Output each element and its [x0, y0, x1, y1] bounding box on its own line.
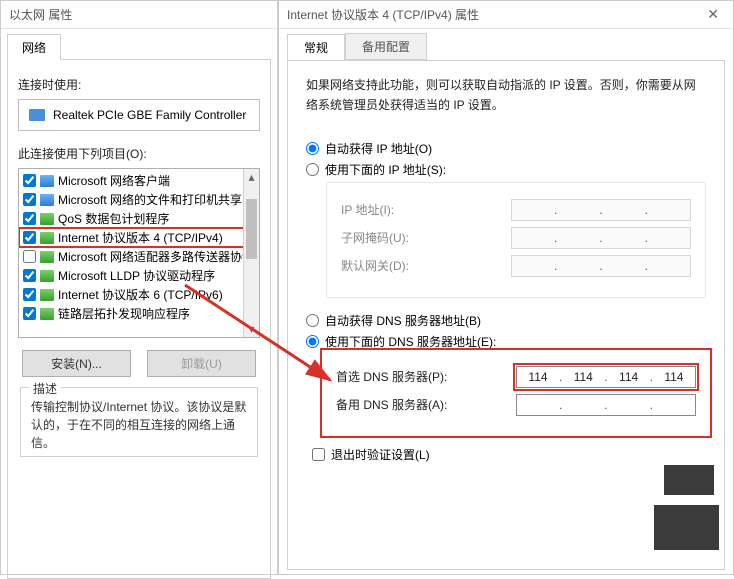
list-item[interactable]: Microsoft 网络客户端	[19, 171, 259, 190]
auto-ip-radio-row[interactable]: 自动获得 IP 地址(O)	[306, 140, 706, 157]
pref-dns-input[interactable]: 114. 114. 114. 114	[516, 366, 696, 388]
watermark-graphic	[654, 465, 724, 555]
list-item[interactable]: 链路层拓扑发现响应程序	[19, 304, 259, 323]
item-checkbox[interactable]	[23, 193, 36, 206]
validate-label: 退出时验证设置(L)	[331, 446, 430, 463]
protocol-icon	[40, 175, 54, 187]
close-icon[interactable]: ✕	[701, 6, 725, 23]
gateway-label: 默认网关(D):	[341, 257, 409, 274]
ip-address-label: IP 地址(I):	[341, 201, 394, 218]
validate-row[interactable]: 退出时验证设置(L)	[312, 446, 706, 463]
ethernet-properties-dialog: 以太网 属性 网络 连接时使用: Realtek PCIe GBE Family…	[0, 0, 278, 575]
list-item[interactable]: Internet 协议版本 4 (TCP/IPv4)	[19, 228, 259, 247]
gateway-input: ...	[511, 255, 691, 277]
pref-dns-label: 首选 DNS 服务器(P):	[336, 368, 447, 385]
item-checkbox[interactable]	[23, 231, 36, 244]
list-item[interactable]: Microsoft 网络适配器多路传送器协议	[19, 247, 259, 266]
protocol-icon	[40, 194, 54, 206]
auto-dns-label: 自动获得 DNS 服务器地址(B)	[325, 312, 481, 329]
adapter-name: Realtek PCIe GBE Family Controller	[53, 108, 246, 122]
item-checkbox[interactable]	[23, 212, 36, 225]
items-label: 此连接使用下列项目(O):	[18, 145, 260, 162]
ip-address-input: ...	[511, 199, 691, 221]
subnet-mask-input: ...	[511, 227, 691, 249]
ip-fields-group: IP 地址(I): ... 子网掩码(U): ... 默认网关(D): ...	[326, 182, 706, 298]
install-button[interactable]: 安装(N)...	[22, 350, 131, 377]
tab-body-left: 连接时使用: Realtek PCIe GBE Family Controlle…	[7, 59, 271, 579]
item-label: 链路层拓扑发现响应程序	[58, 305, 190, 322]
use-dns-radio[interactable]	[306, 335, 319, 348]
protocol-icon	[40, 213, 54, 225]
item-checkbox[interactable]	[23, 174, 36, 187]
use-dns-label: 使用下面的 DNS 服务器地址(E):	[325, 333, 496, 350]
adapter-box[interactable]: Realtek PCIe GBE Family Controller	[18, 99, 260, 131]
auto-dns-radio[interactable]	[306, 314, 319, 327]
protocol-icon	[40, 270, 54, 282]
list-item[interactable]: Microsoft 网络的文件和打印机共享	[19, 190, 259, 209]
scrollbar[interactable]: ▴ ▾	[243, 169, 259, 337]
item-label: Microsoft 网络的文件和打印机共享	[58, 191, 242, 208]
list-item[interactable]: Microsoft LLDP 协议驱动程序	[19, 266, 259, 285]
item-label: Microsoft LLDP 协议驱动程序	[58, 267, 215, 284]
description-title: 描述	[29, 380, 61, 397]
use-ip-radio[interactable]	[306, 163, 319, 176]
description-text: 传输控制协议/Internet 协议。该协议是默认的，于在不同的相互连接的网络上…	[31, 398, 247, 452]
item-label: Microsoft 网络适配器多路传送器协议	[58, 248, 254, 265]
use-dns-radio-row[interactable]: 使用下面的 DNS 服务器地址(E):	[306, 333, 706, 350]
tab-alternate[interactable]: 备用配置	[345, 33, 427, 60]
network-adapter-icon	[29, 109, 45, 121]
list-item[interactable]: Internet 协议版本 6 (TCP/IPv6)	[19, 285, 259, 304]
item-label: Internet 协议版本 6 (TCP/IPv6)	[58, 286, 223, 303]
tab-network[interactable]: 网络	[7, 34, 61, 60]
item-label: Microsoft 网络客户端	[58, 172, 170, 189]
protocol-icon	[40, 232, 54, 244]
item-label: QoS 数据包计划程序	[58, 210, 169, 227]
protocol-icon	[40, 289, 54, 301]
scroll-down-icon[interactable]: ▾	[244, 321, 259, 337]
connect-using-label: 连接时使用:	[18, 76, 260, 93]
help-text: 如果网络支持此功能，则可以获取自动指派的 IP 设置。否则，你需要从网络系统管理…	[306, 75, 706, 116]
use-ip-radio-row[interactable]: 使用下面的 IP 地址(S):	[306, 161, 706, 178]
scroll-up-icon[interactable]: ▴	[244, 169, 259, 185]
alt-dns-label: 备用 DNS 服务器(A):	[336, 396, 447, 413]
validate-checkbox[interactable]	[312, 448, 325, 461]
protocol-icon	[40, 308, 54, 320]
tab-row-right: 常规 备用配置	[287, 33, 733, 60]
window-title: 以太网 属性	[9, 6, 72, 23]
item-checkbox[interactable]	[23, 250, 36, 263]
auto-ip-radio[interactable]	[306, 142, 319, 155]
button-row: 安装(N)... 卸载(U)	[22, 350, 256, 377]
tab-row-left: 网络	[7, 33, 277, 59]
titlebar-right[interactable]: Internet 协议版本 4 (TCP/IPv4) 属性 ✕	[279, 1, 733, 29]
subnet-mask-label: 子网掩码(U):	[341, 229, 409, 246]
components-listbox[interactable]: Microsoft 网络客户端 Microsoft 网络的文件和打印机共享 QoS …	[18, 168, 260, 338]
item-checkbox[interactable]	[23, 269, 36, 282]
list-item[interactable]: QoS 数据包计划程序	[19, 209, 259, 228]
use-ip-label: 使用下面的 IP 地址(S):	[325, 161, 446, 178]
auto-ip-label: 自动获得 IP 地址(O)	[325, 140, 432, 157]
item-checkbox[interactable]	[23, 288, 36, 301]
protocol-icon	[40, 251, 54, 263]
tab-general[interactable]: 常规	[287, 34, 345, 61]
scroll-thumb[interactable]	[246, 199, 257, 259]
description-group: 描述 传输控制协议/Internet 协议。该协议是默认的，于在不同的相互连接的…	[20, 387, 258, 457]
alt-dns-input[interactable]: ...	[516, 394, 696, 416]
auto-dns-radio-row[interactable]: 自动获得 DNS 服务器地址(B)	[306, 312, 706, 329]
titlebar-left[interactable]: 以太网 属性	[1, 1, 277, 29]
dns-fields-group: 首选 DNS 服务器(P): 114. 114. 114. 114 备用 DNS…	[326, 354, 706, 432]
uninstall-button[interactable]: 卸载(U)	[147, 350, 256, 377]
window-title: Internet 协议版本 4 (TCP/IPv4) 属性	[287, 6, 479, 23]
item-checkbox[interactable]	[23, 307, 36, 320]
item-label: Internet 协议版本 4 (TCP/IPv4)	[58, 229, 223, 246]
